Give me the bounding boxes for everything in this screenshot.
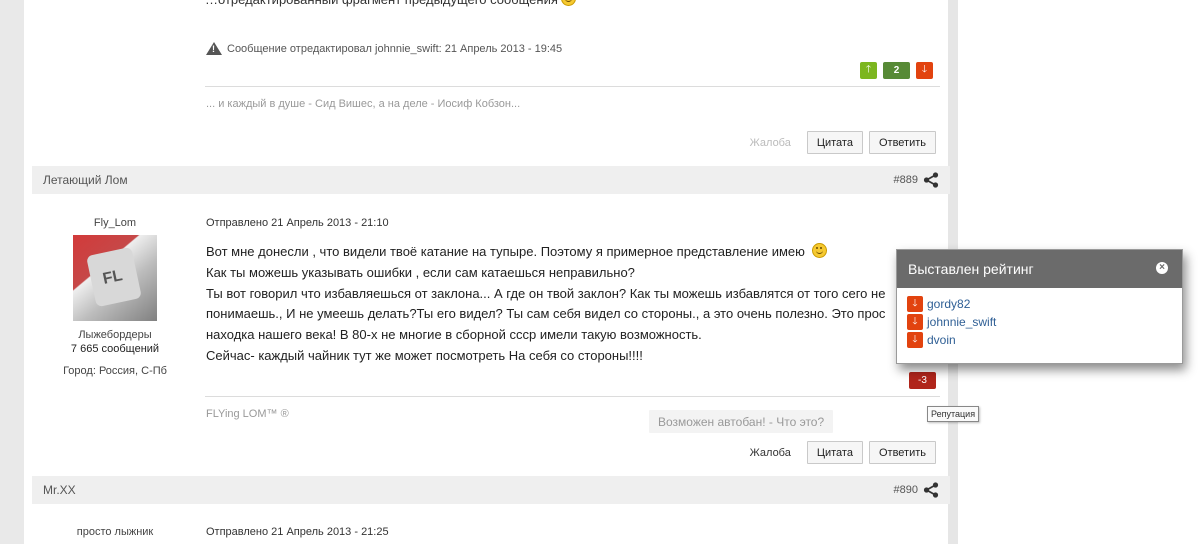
user-post-count: 7 665 сообщений (70, 343, 160, 355)
share-icon[interactable] (923, 482, 939, 498)
reply-button[interactable]: Ответить (868, 441, 936, 464)
popup-title: Выставлен рейтинг (908, 261, 1034, 277)
post-header: Летающий Лом #889 (32, 166, 950, 194)
reputation-value[interactable]: 2 (883, 62, 910, 79)
report-link[interactable]: Жалоба (750, 447, 791, 459)
arrow-up-icon: 🡑 (865, 64, 872, 75)
post-header: Mr.XX #890 (32, 476, 950, 504)
post-body: Вот мне донесли , что видели твоё катани… (206, 242, 911, 367)
quote-button[interactable]: Цитата (806, 441, 863, 464)
reply-button[interactable]: Ответить (868, 131, 936, 154)
arrow-down-icon: 🡓 (907, 314, 923, 330)
post-line: Вот мне донесли , что видели твоё катани… (206, 242, 911, 263)
reputation-controls: -3 (909, 372, 936, 389)
post-author[interactable]: Mr.XX (43, 483, 76, 497)
reputation-controls: 🡑 2 🡓 (860, 62, 933, 79)
post-date: Отправлено 21 Апрель 2013 - 21:10 (206, 217, 389, 229)
post-author[interactable]: Летающий Лом (43, 173, 128, 187)
close-icon[interactable]: × (1156, 262, 1168, 274)
user-group: Лыжебордеры (78, 329, 152, 341)
post-line: Как ты можешь указывать ошибки , если са… (206, 264, 635, 280)
quote-button[interactable]: Цитата (806, 131, 863, 154)
rater-link[interactable]: gordy82 (927, 297, 970, 311)
signature-divider (205, 86, 940, 87)
post-number[interactable]: #889 (894, 174, 918, 186)
reputation-tooltip: Репутация (927, 406, 980, 422)
user-info: просто лыжник (32, 526, 198, 538)
rep-down-button[interactable]: 🡓 (916, 62, 933, 79)
smiley-icon (560, 0, 576, 6)
arrow-down-icon: 🡓 (907, 332, 923, 348)
list-item: 🡓 johnnie_swift (907, 313, 1182, 331)
list-item: 🡓 gordy82 (907, 295, 1182, 313)
share-icon[interactable] (923, 172, 939, 188)
post-number[interactable]: #890 (894, 484, 918, 496)
signature: ... и каждый в душе - Сид Вишес, а на де… (206, 98, 521, 110)
edited-note-text: Сообщение отредактировал johnnie_swift: … (227, 42, 563, 55)
rating-user-list: 🡓 gordy82 🡓 johnnie_swift 🡓 dvoin (897, 288, 1182, 349)
post-line: Сейчас- каждый чайник тут же может посмо… (206, 347, 643, 363)
rater-link[interactable]: dvoin (927, 333, 956, 347)
user-name[interactable]: Fly_Lom (32, 217, 198, 229)
rater-link[interactable]: johnnie_swift (927, 315, 996, 329)
autoban-notice[interactable]: Возможен автобан! - Что это? (649, 410, 834, 433)
user-name[interactable]: просто лыжник (32, 526, 198, 538)
post-date: Отправлено 21 Апрель 2013 - 21:25 (206, 526, 389, 538)
city-value: Россия, С-Пб (98, 365, 167, 377)
edited-note: Сообщение отредактировал johnnie_swift: … (206, 42, 562, 55)
arrow-down-icon: 🡓 (907, 296, 923, 312)
smiley-icon (811, 243, 827, 258)
popup-header: Выставлен рейтинг × (897, 250, 1182, 288)
report-link[interactable]: Жалоба (750, 137, 791, 149)
signature: FLYing LOM™ ® (206, 408, 289, 420)
signature-divider (205, 396, 940, 397)
rep-up-button[interactable]: 🡑 (860, 62, 877, 79)
list-item: 🡓 dvoin (907, 331, 1182, 349)
post-actions: Жалоба Цитата Ответить (750, 441, 936, 464)
city-label: Город: (63, 365, 96, 377)
post-line: находка нашего века! В 80-х не многие в … (206, 327, 702, 343)
rating-popup: Выставлен рейтинг × 🡓 gordy82 🡓 johnnie_… (896, 249, 1183, 364)
post-actions: Жалоба Цитата Ответить (750, 131, 936, 154)
user-info: Fly_Lom Лыжебордеры 7 665 сообщений Горо… (32, 217, 198, 377)
avatar[interactable] (73, 235, 157, 321)
reputation-value[interactable]: -3 (909, 372, 936, 389)
post-line: понимаешь., И не умеешь делать?Ты его ви… (206, 306, 886, 322)
arrow-down-icon: 🡓 (921, 64, 928, 75)
warning-icon (206, 42, 222, 55)
previous-post-text: …отредактированный фрагмент предыдущего … (205, 0, 805, 7)
user-city: Город: Россия, С-Пб (32, 365, 198, 377)
post-line: Ты вот говорил что избавляешься от закло… (206, 285, 886, 301)
